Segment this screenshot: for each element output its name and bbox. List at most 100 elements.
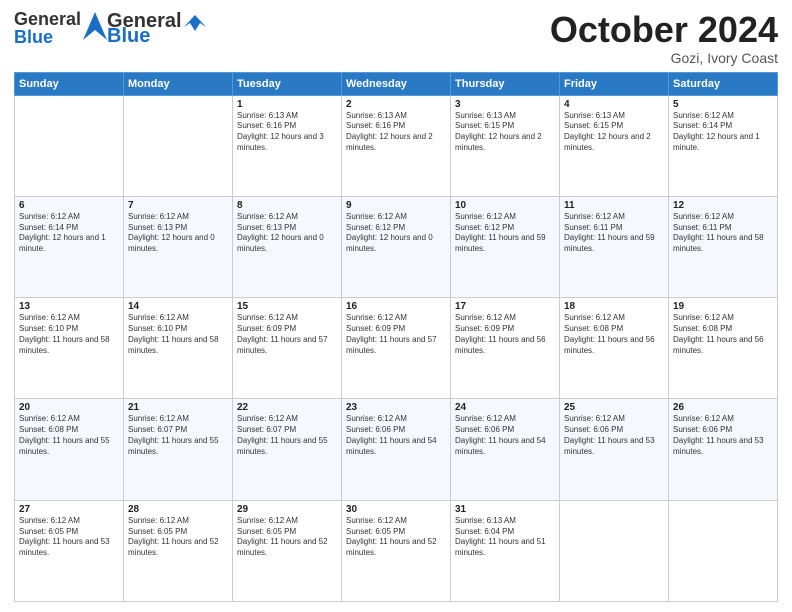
day-number: 8: [237, 200, 337, 211]
cell-info: Sunrise: 6:12 AMSunset: 6:11 PMDaylight:…: [564, 212, 664, 255]
col-sunday: Sunday: [15, 72, 124, 95]
cell-info: Sunrise: 6:12 AMSunset: 6:14 PMDaylight:…: [19, 212, 119, 255]
day-number: 19: [673, 301, 773, 312]
day-number: 21: [128, 402, 228, 413]
table-row: 6Sunrise: 6:12 AMSunset: 6:14 PMDaylight…: [15, 196, 124, 297]
day-number: 2: [346, 99, 446, 110]
cell-info: Sunrise: 6:12 AMSunset: 6:06 PMDaylight:…: [564, 414, 664, 457]
cell-info: Sunrise: 6:12 AMSunset: 6:07 PMDaylight:…: [128, 414, 228, 457]
day-number: 6: [19, 200, 119, 211]
page-container: General Blue General Blue October 2024 G…: [0, 0, 792, 612]
day-number: 25: [564, 402, 664, 413]
table-row: 23Sunrise: 6:12 AMSunset: 6:06 PMDayligh…: [342, 399, 451, 500]
table-row: [124, 95, 233, 196]
table-row: 26Sunrise: 6:12 AMSunset: 6:06 PMDayligh…: [669, 399, 778, 500]
day-number: 26: [673, 402, 773, 413]
cell-info: Sunrise: 6:13 AMSunset: 6:16 PMDaylight:…: [346, 111, 446, 154]
cell-info: Sunrise: 6:12 AMSunset: 6:06 PMDaylight:…: [346, 414, 446, 457]
table-row: 18Sunrise: 6:12 AMSunset: 6:08 PMDayligh…: [560, 298, 669, 399]
cell-info: Sunrise: 6:13 AMSunset: 6:04 PMDaylight:…: [455, 516, 555, 559]
logo: General Blue: [14, 10, 107, 46]
table-row: 16Sunrise: 6:12 AMSunset: 6:09 PMDayligh…: [342, 298, 451, 399]
day-number: 10: [455, 200, 555, 211]
day-number: 3: [455, 99, 555, 110]
cell-info: Sunrise: 6:13 AMSunset: 6:15 PMDaylight:…: [564, 111, 664, 154]
calendar-header-row: Sunday Monday Tuesday Wednesday Thursday…: [15, 72, 778, 95]
calendar-week-row: 20Sunrise: 6:12 AMSunset: 6:08 PMDayligh…: [15, 399, 778, 500]
table-row: 5Sunrise: 6:12 AMSunset: 6:14 PMDaylight…: [669, 95, 778, 196]
table-row: 31Sunrise: 6:13 AMSunset: 6:04 PMDayligh…: [451, 500, 560, 601]
cell-info: Sunrise: 6:12 AMSunset: 6:08 PMDaylight:…: [673, 313, 773, 356]
cell-info: Sunrise: 6:12 AMSunset: 6:09 PMDaylight:…: [346, 313, 446, 356]
cell-info: Sunrise: 6:13 AMSunset: 6:16 PMDaylight:…: [237, 111, 337, 154]
day-number: 11: [564, 200, 664, 211]
table-row: 19Sunrise: 6:12 AMSunset: 6:08 PMDayligh…: [669, 298, 778, 399]
day-number: 31: [455, 504, 555, 515]
cell-info: Sunrise: 6:12 AMSunset: 6:06 PMDaylight:…: [455, 414, 555, 457]
location-title: Gozi, Ivory Coast: [550, 50, 778, 66]
logo-general-text: General: [14, 10, 81, 28]
table-row: 24Sunrise: 6:12 AMSunset: 6:06 PMDayligh…: [451, 399, 560, 500]
cell-info: Sunrise: 6:12 AMSunset: 6:12 PMDaylight:…: [346, 212, 446, 255]
logo-blue-text: Blue: [14, 28, 81, 46]
cell-info: Sunrise: 6:12 AMSunset: 6:09 PMDaylight:…: [237, 313, 337, 356]
table-row: [15, 95, 124, 196]
logo-row: General Blue: [14, 10, 107, 46]
day-number: 7: [128, 200, 228, 211]
table-row: 1Sunrise: 6:13 AMSunset: 6:16 PMDaylight…: [233, 95, 342, 196]
cell-info: Sunrise: 6:12 AMSunset: 6:06 PMDaylight:…: [673, 414, 773, 457]
cell-info: Sunrise: 6:12 AMSunset: 6:08 PMDaylight:…: [19, 414, 119, 457]
header: General Blue General Blue October 2024 G…: [14, 10, 778, 66]
table-row: 27Sunrise: 6:12 AMSunset: 6:05 PMDayligh…: [15, 500, 124, 601]
cell-info: Sunrise: 6:12 AMSunset: 6:05 PMDaylight:…: [237, 516, 337, 559]
logo-triangle-icon: [83, 12, 107, 40]
table-row: 21Sunrise: 6:12 AMSunset: 6:07 PMDayligh…: [124, 399, 233, 500]
cell-info: Sunrise: 6:12 AMSunset: 6:13 PMDaylight:…: [237, 212, 337, 255]
table-row: 8Sunrise: 6:12 AMSunset: 6:13 PMDaylight…: [233, 196, 342, 297]
table-row: [669, 500, 778, 601]
day-number: 22: [237, 402, 337, 413]
table-row: 7Sunrise: 6:12 AMSunset: 6:13 PMDaylight…: [124, 196, 233, 297]
table-row: 20Sunrise: 6:12 AMSunset: 6:08 PMDayligh…: [15, 399, 124, 500]
cell-info: Sunrise: 6:12 AMSunset: 6:05 PMDaylight:…: [346, 516, 446, 559]
calendar-table: Sunday Monday Tuesday Wednesday Thursday…: [14, 72, 778, 602]
col-saturday: Saturday: [669, 72, 778, 95]
day-number: 1: [237, 99, 337, 110]
day-number: 17: [455, 301, 555, 312]
day-number: 23: [346, 402, 446, 413]
cell-info: Sunrise: 6:12 AMSunset: 6:14 PMDaylight:…: [673, 111, 773, 154]
day-number: 28: [128, 504, 228, 515]
table-row: 30Sunrise: 6:12 AMSunset: 6:05 PMDayligh…: [342, 500, 451, 601]
day-number: 27: [19, 504, 119, 515]
col-wednesday: Wednesday: [342, 72, 451, 95]
day-number: 16: [346, 301, 446, 312]
col-friday: Friday: [560, 72, 669, 95]
table-row: 22Sunrise: 6:12 AMSunset: 6:07 PMDayligh…: [233, 399, 342, 500]
table-row: 15Sunrise: 6:12 AMSunset: 6:09 PMDayligh…: [233, 298, 342, 399]
day-number: 20: [19, 402, 119, 413]
cell-info: Sunrise: 6:12 AMSunset: 6:13 PMDaylight:…: [128, 212, 228, 255]
cell-info: Sunrise: 6:12 AMSunset: 6:05 PMDaylight:…: [19, 516, 119, 559]
day-number: 9: [346, 200, 446, 211]
table-row: 17Sunrise: 6:12 AMSunset: 6:09 PMDayligh…: [451, 298, 560, 399]
table-row: [560, 500, 669, 601]
table-row: 2Sunrise: 6:13 AMSunset: 6:16 PMDaylight…: [342, 95, 451, 196]
title-block: October 2024 Gozi, Ivory Coast: [550, 10, 778, 66]
calendar-week-row: 27Sunrise: 6:12 AMSunset: 6:05 PMDayligh…: [15, 500, 778, 601]
calendar-week-row: 1Sunrise: 6:13 AMSunset: 6:16 PMDaylight…: [15, 95, 778, 196]
table-row: 9Sunrise: 6:12 AMSunset: 6:12 PMDaylight…: [342, 196, 451, 297]
day-number: 14: [128, 301, 228, 312]
col-thursday: Thursday: [451, 72, 560, 95]
day-number: 4: [564, 99, 664, 110]
table-row: 12Sunrise: 6:12 AMSunset: 6:11 PMDayligh…: [669, 196, 778, 297]
month-title: October 2024: [550, 10, 778, 50]
calendar-week-row: 13Sunrise: 6:12 AMSunset: 6:10 PMDayligh…: [15, 298, 778, 399]
table-row: 29Sunrise: 6:12 AMSunset: 6:05 PMDayligh…: [233, 500, 342, 601]
day-number: 12: [673, 200, 773, 211]
col-tuesday: Tuesday: [233, 72, 342, 95]
day-number: 29: [237, 504, 337, 515]
day-number: 24: [455, 402, 555, 413]
logo-bird-icon: [184, 13, 206, 31]
cell-info: Sunrise: 6:12 AMSunset: 6:10 PMDaylight:…: [128, 313, 228, 356]
cell-info: Sunrise: 6:12 AMSunset: 6:11 PMDaylight:…: [673, 212, 773, 255]
